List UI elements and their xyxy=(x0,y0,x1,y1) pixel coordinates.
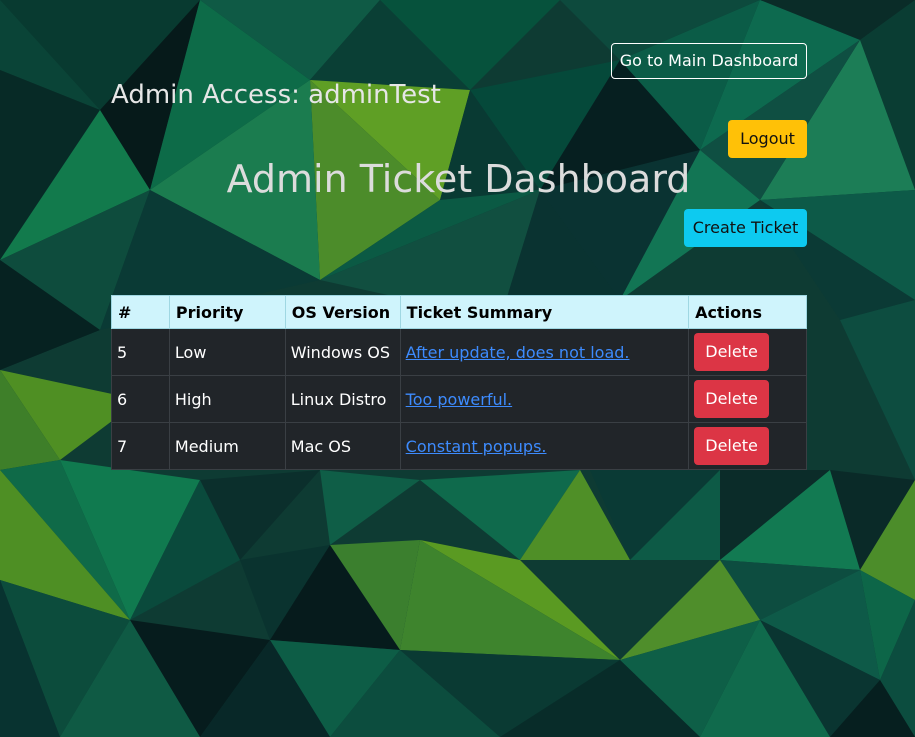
table-row: 5 Low Windows OS After update, does not … xyxy=(111,328,807,376)
column-header-number: # xyxy=(111,295,170,329)
page-content: Admin Access: adminTest Go to Main Dashb… xyxy=(0,0,915,737)
ticket-number: 7 xyxy=(111,422,170,470)
column-header-ticket-summary: Ticket Summary xyxy=(399,295,690,329)
ticket-summary-link[interactable]: Constant popups. xyxy=(406,437,547,456)
ticket-priority: Low xyxy=(168,328,286,376)
column-header-priority: Priority xyxy=(168,295,286,329)
table-row: 6 High Linux Distro Too powerful. Delete xyxy=(111,375,807,423)
ticket-priority: High xyxy=(168,375,286,423)
delete-button[interactable]: Delete xyxy=(694,427,770,465)
ticket-priority: Medium xyxy=(168,422,286,470)
ticket-summary-cell: Constant popups. xyxy=(399,422,690,470)
ticket-number: 6 xyxy=(111,375,170,423)
admin-access-label: Admin Access: adminTest xyxy=(111,80,441,110)
logout-button[interactable]: Logout xyxy=(728,120,807,158)
ticket-actions-cell: Delete xyxy=(688,375,807,423)
create-ticket-button[interactable]: Create Ticket xyxy=(684,209,807,247)
ticket-os-version: Mac OS xyxy=(284,422,401,470)
ticket-summary-link[interactable]: After update, does not load. xyxy=(406,343,630,362)
delete-button[interactable]: Delete xyxy=(694,333,770,371)
ticket-actions-cell: Delete xyxy=(688,328,807,376)
ticket-actions-cell: Delete xyxy=(688,422,807,470)
ticket-os-version: Linux Distro xyxy=(284,375,401,423)
ticket-os-version: Windows OS xyxy=(284,328,401,376)
delete-button[interactable]: Delete xyxy=(694,380,770,418)
page-title: Admin Ticket Dashboard xyxy=(226,157,691,201)
ticket-summary-cell: After update, does not load. xyxy=(399,328,690,376)
tickets-table: # Priority OS Version Ticket Summary Act… xyxy=(111,295,807,470)
ticket-number: 5 xyxy=(111,328,170,376)
ticket-summary-link[interactable]: Too powerful. xyxy=(406,390,512,409)
table-header-row: # Priority OS Version Ticket Summary Act… xyxy=(111,295,807,329)
go-to-main-dashboard-button[interactable]: Go to Main Dashboard xyxy=(611,43,807,79)
column-header-actions: Actions xyxy=(688,295,807,329)
column-header-os-version: OS Version xyxy=(284,295,401,329)
table-row: 7 Medium Mac OS Constant popups. Delete xyxy=(111,422,807,470)
ticket-summary-cell: Too powerful. xyxy=(399,375,690,423)
